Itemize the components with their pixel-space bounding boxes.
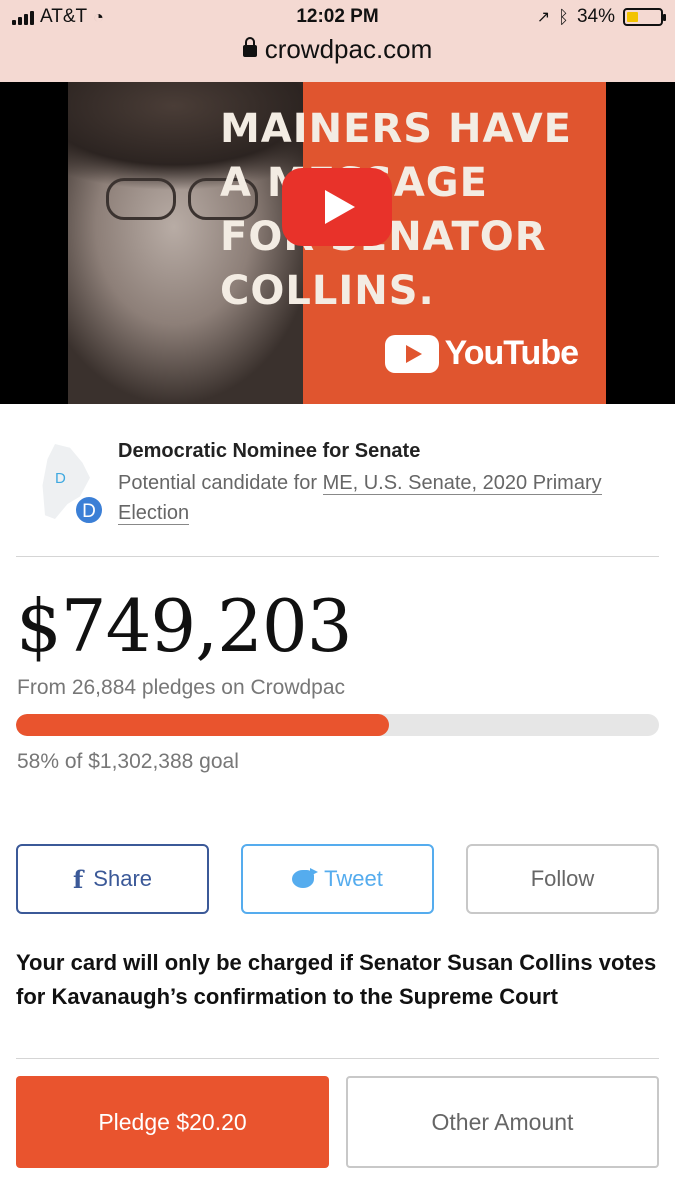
youtube-icon — [384, 334, 439, 373]
pledge-label: Pledge $20.20 — [98, 1108, 247, 1135]
progress-fill — [16, 714, 389, 736]
pledge-button[interactable]: Pledge $20.20 — [16, 1076, 329, 1168]
address-bar[interactable]: crowdpac.com — [0, 34, 675, 65]
battery-icon — [623, 8, 666, 26]
candidate-header: D D Democratic Nominee for Senate Potent… — [18, 434, 658, 544]
twitter-icon — [292, 868, 319, 888]
candidate-title: Democratic Nominee for Senate — [118, 440, 421, 462]
youtube-wordmark: YouTube — [444, 334, 579, 372]
pledge-count: From 26,884 pledges on Crowdpac — [17, 676, 346, 699]
candidate-subtitle: Potential candidate for ME, U.S. Senate,… — [118, 468, 658, 528]
facebook-icon: f — [72, 864, 84, 894]
potential-prefix: Potential candidate for — [118, 472, 323, 494]
battery-percent: 34% — [576, 6, 615, 27]
progress-bar — [16, 714, 659, 736]
url-text: crowdpac.com — [264, 34, 433, 64]
party-badge: D — [74, 495, 104, 525]
video-embed[interactable]: MAINERS HAVE A MESSAGE FOR SENATOR COLLI… — [0, 82, 675, 404]
bluetooth-icon: ᛒ — [558, 6, 569, 27]
map-party-letter: D — [55, 470, 66, 487]
share-button[interactable]: f Share — [16, 844, 209, 914]
youtube-logo[interactable]: YouTube — [384, 334, 579, 373]
video-headline: MAINERS HAVE A MESSAGE FOR SENATOR COLLI… — [220, 106, 572, 314]
goal-text: 58% of $1,302,388 goal — [17, 750, 239, 773]
follow-label: Follow — [530, 866, 595, 891]
section-divider — [16, 556, 659, 557]
other-amount-label: Other Amount — [431, 1108, 574, 1135]
status-bar: AT&T ◔ 12:02 PM ↗ ᛒ 34% — [0, 0, 675, 34]
tweet-label: Tweet — [324, 866, 383, 891]
amount-raised: $749,203 — [16, 584, 353, 668]
footer-divider — [16, 1058, 659, 1059]
lock-icon — [242, 37, 257, 57]
browser-chrome: AT&T ◔ 12:02 PM ↗ ᛒ 34% crowdpac.com — [0, 0, 675, 82]
play-button-icon[interactable] — [282, 168, 392, 246]
location-icon: ↗ — [536, 9, 551, 26]
charge-condition-note: Your card will only be charged if Senato… — [16, 950, 657, 1009]
status-right: ↗ ᛒ 34% — [536, 6, 666, 28]
other-amount-button[interactable]: Other Amount — [346, 1076, 659, 1168]
follow-button[interactable]: Follow — [466, 844, 659, 914]
tweet-button[interactable]: Tweet — [241, 844, 434, 914]
share-label: Share — [93, 866, 153, 891]
